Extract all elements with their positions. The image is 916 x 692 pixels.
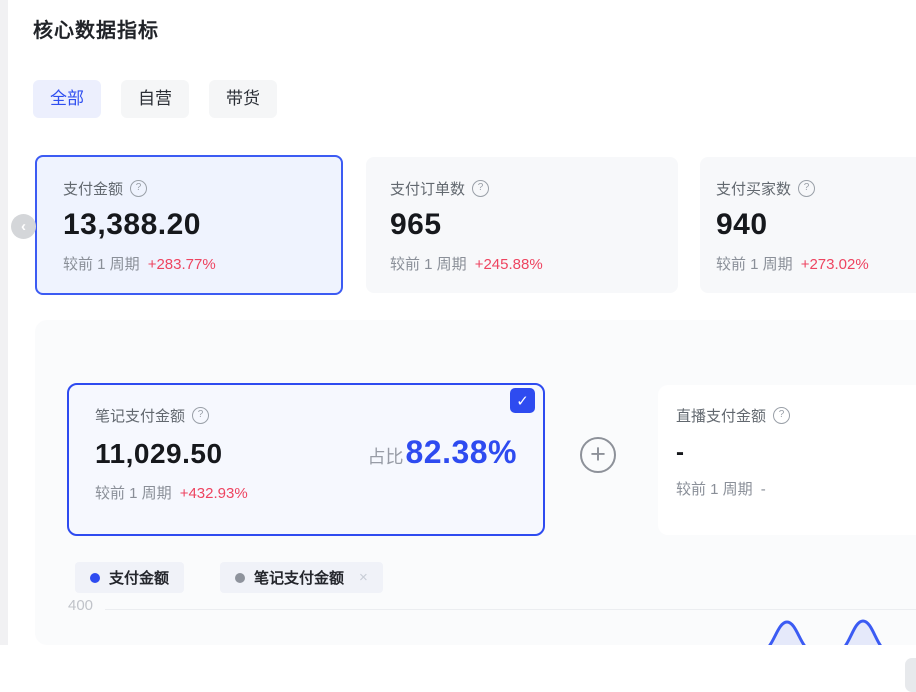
floating-widget-cut[interactable] bbox=[905, 658, 916, 692]
page-left-edge bbox=[0, 0, 8, 645]
add-metric-button[interactable]: + bbox=[580, 437, 616, 473]
metric-value: 965 bbox=[390, 208, 654, 242]
metric-card-payment-amount[interactable]: 支付金额 ? 13,388.20 较前 1 周期 +283.77% bbox=[35, 155, 343, 295]
tab-all[interactable]: 全部 bbox=[33, 80, 101, 118]
compare-label: 较前 1 周期 bbox=[676, 478, 753, 499]
change-value: +245.88% bbox=[475, 256, 543, 273]
subcard-label-row: 直播支付金额 ? bbox=[676, 405, 916, 426]
subcard-value-row: 11,029.50 占比 82.38% bbox=[95, 434, 517, 471]
compare-label: 较前 1 周期 bbox=[63, 253, 140, 274]
subcard-value: 11,029.50 bbox=[95, 438, 223, 470]
compare-label: 较前 1 周期 bbox=[716, 253, 793, 274]
legend-item-note-payment[interactable]: 笔记支付金额 × bbox=[220, 562, 383, 593]
metric-card-payment-orders[interactable]: 支付订单数 ? 965 较前 1 周期 +245.88% bbox=[366, 157, 678, 293]
page-title: 核心数据指标 bbox=[33, 14, 159, 43]
subcard-value: - bbox=[676, 439, 916, 467]
change-value: - bbox=[761, 481, 766, 498]
payment-trend-chart[interactable] bbox=[35, 610, 916, 645]
subcard-note-payment[interactable]: 笔记支付金额 ? 11,029.50 占比 82.38% 较前 1 周期 +43… bbox=[67, 383, 545, 536]
close-icon[interactable]: × bbox=[359, 569, 368, 586]
scope-tabs: 全部 自营 带货 bbox=[33, 80, 277, 118]
help-icon[interactable]: ? bbox=[192, 407, 209, 424]
help-icon[interactable]: ? bbox=[773, 407, 790, 424]
tab-self-operated[interactable]: 自营 bbox=[121, 80, 189, 118]
change-value: +283.77% bbox=[148, 256, 216, 273]
share-value: 82.38% bbox=[405, 434, 517, 471]
metric-value: 940 bbox=[716, 208, 916, 242]
subcard-label: 笔记支付金额 bbox=[95, 405, 185, 426]
metric-label: 支付买家数 bbox=[716, 178, 791, 199]
metric-compare: 较前 1 周期 +245.88% bbox=[390, 253, 654, 274]
share-label: 占比 bbox=[367, 443, 403, 469]
legend-label: 笔记支付金额 bbox=[254, 567, 344, 588]
subcard-compare: 较前 1 周期 - bbox=[676, 478, 916, 499]
change-value: +273.02% bbox=[801, 256, 869, 273]
compare-label: 较前 1 周期 bbox=[390, 253, 467, 274]
metric-label-row: 支付买家数 ? bbox=[716, 178, 916, 199]
help-icon[interactable]: ? bbox=[472, 180, 489, 197]
metric-label: 支付订单数 bbox=[390, 178, 465, 199]
legend-dot-blue bbox=[90, 573, 100, 583]
metric-label: 支付金额 bbox=[63, 178, 123, 199]
subcard-label-row: 笔记支付金额 ? bbox=[95, 405, 517, 426]
subcard-label: 直播支付金额 bbox=[676, 405, 766, 426]
tab-affiliate[interactable]: 带货 bbox=[209, 80, 277, 118]
metric-label-row: 支付订单数 ? bbox=[390, 178, 654, 199]
legend-item-payment-amount[interactable]: 支付金额 bbox=[75, 562, 184, 593]
subcard-compare: 较前 1 周期 +432.93% bbox=[95, 482, 517, 503]
change-value: +432.93% bbox=[180, 485, 248, 502]
metric-card-payment-buyers[interactable]: 支付买家数 ? 940 较前 1 周期 +273.02% bbox=[700, 157, 916, 293]
help-icon[interactable]: ? bbox=[130, 180, 147, 197]
carousel-prev-icon[interactable]: ‹ bbox=[11, 214, 36, 239]
metric-value: 13,388.20 bbox=[63, 208, 315, 242]
compare-label: 较前 1 周期 bbox=[95, 482, 172, 503]
help-icon[interactable]: ? bbox=[798, 180, 815, 197]
metric-compare: 较前 1 周期 +273.02% bbox=[716, 253, 916, 274]
legend-dot-gray bbox=[235, 573, 245, 583]
legend-label: 支付金额 bbox=[109, 567, 169, 588]
metric-label-row: 支付金额 ? bbox=[63, 178, 315, 199]
metric-compare: 较前 1 周期 +283.77% bbox=[63, 253, 315, 274]
subcard-live-payment[interactable]: 直播支付金额 ? - 较前 1 周期 - bbox=[658, 385, 916, 535]
checkbox-checked-icon[interactable]: ✓ bbox=[510, 388, 535, 413]
